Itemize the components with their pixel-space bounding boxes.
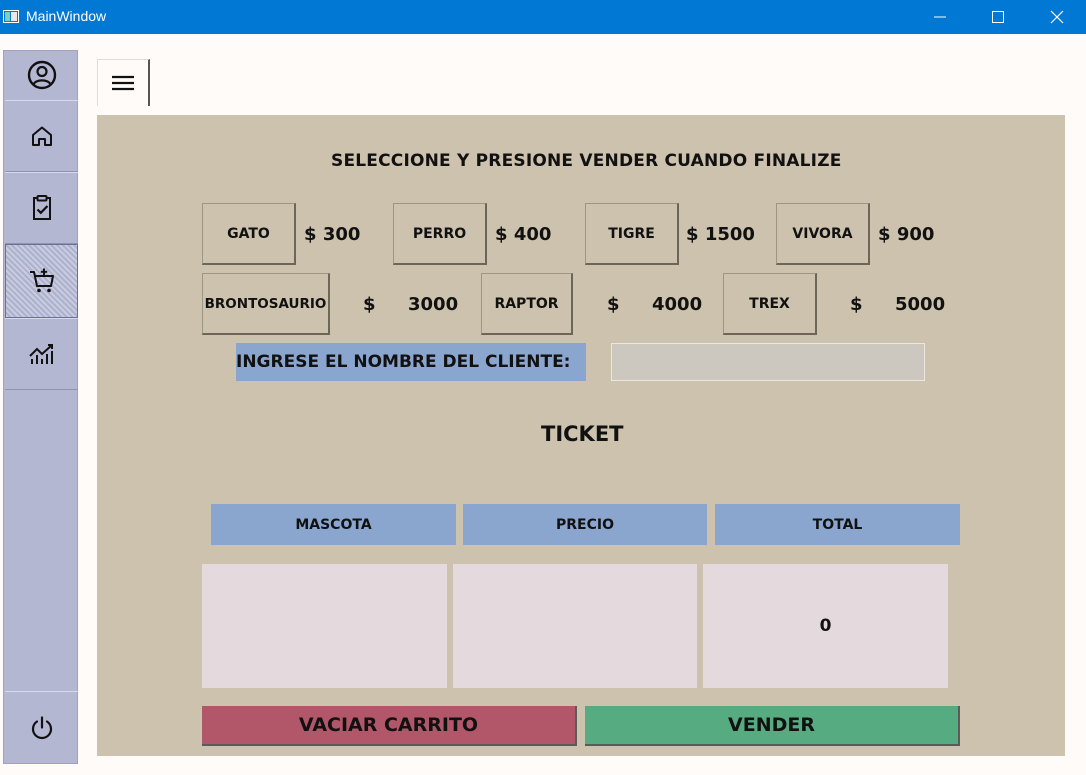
price-trex: 5000 [895,294,946,315]
price-perro: $ 400 [495,224,552,245]
menu-button[interactable] [97,59,150,106]
pet-button-gato[interactable]: GATO [202,203,296,265]
ticket-total-value: 0 [703,564,948,688]
sidebar-item-home[interactable] [5,100,78,172]
ticket-mascota-value [202,564,447,688]
price-raptor: 4000 [652,294,703,315]
sidebar-item-stats[interactable] [5,318,78,390]
maximize-button[interactable] [969,0,1027,34]
sales-panel: SELECCIONE Y PRESIONE VENDER CUANDO FINA… [97,115,1065,756]
clipboard-check-icon [32,195,51,220]
home-icon [31,126,52,146]
power-icon [31,715,52,739]
sidebar [3,50,78,764]
client-name-label: INGRESE EL NOMBRE DEL CLIENTE: [236,343,586,381]
column-header-total: TOTAL [715,504,960,545]
currency-raptor: $ [607,294,620,315]
pet-button-trex[interactable]: TREX [723,273,817,335]
title-bar: MainWindow [0,0,1086,34]
hamburger-icon [112,75,134,91]
sell-button[interactable]: VENDER [585,706,960,746]
ticket-title: TICKET [541,422,624,446]
pet-button-brontosaurio[interactable]: BRONTOSAURIO [202,273,330,335]
price-gato: $ 300 [304,224,361,245]
user-circle-icon [27,60,56,90]
currency-brontosaurio: $ [363,294,376,315]
minimize-button[interactable] [911,0,969,34]
client-name-input[interactable] [611,343,925,381]
price-tigre: $ 1500 [686,224,755,245]
chart-icon [28,344,53,364]
column-header-precio: PRECIO [463,504,707,545]
column-header-mascota: MASCOTA [211,504,456,545]
minimize-icon [934,16,946,18]
app-icon [3,10,19,23]
currency-trex: $ [850,294,863,315]
close-icon [1050,10,1064,24]
maximize-icon [992,11,1004,23]
pet-button-vivora[interactable]: VIVORA [776,203,870,265]
sidebar-item-logout[interactable] [5,691,78,763]
window-title: MainWindow [26,8,107,24]
close-button[interactable] [1028,0,1086,34]
pet-button-tigre[interactable]: TIGRE [585,203,679,265]
instructions-heading: SELECCIONE Y PRESIONE VENDER CUANDO FINA… [331,151,842,171]
sidebar-item-sales[interactable] [5,244,78,318]
pet-button-perro[interactable]: PERRO [393,203,487,265]
price-vivora: $ 900 [878,224,935,245]
sidebar-item-tasks[interactable] [5,172,78,244]
cart-add-icon [29,268,54,293]
sidebar-item-user[interactable] [5,51,78,99]
price-brontosaurio: 3000 [408,294,459,315]
ticket-precio-value [453,564,697,688]
empty-cart-button[interactable]: VACIAR CARRITO [202,706,577,746]
pet-button-raptor[interactable]: RAPTOR [481,273,573,335]
